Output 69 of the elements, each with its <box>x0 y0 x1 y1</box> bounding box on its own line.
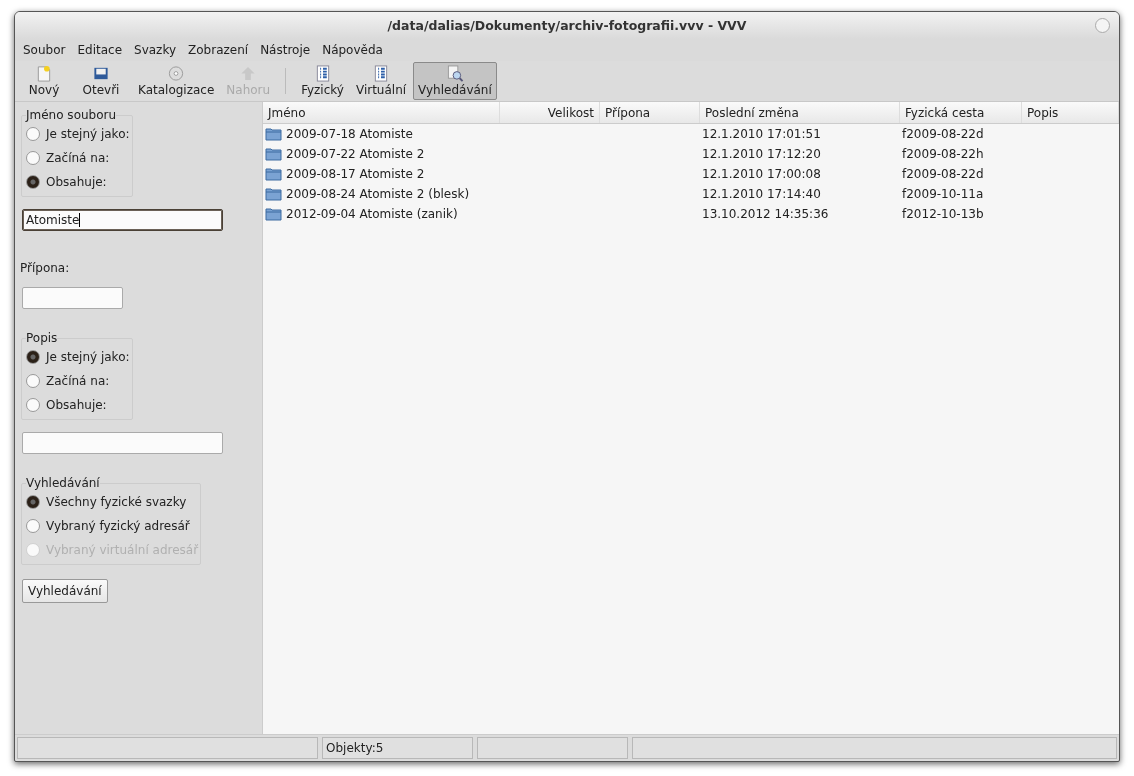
menu-item[interactable]: Soubor <box>17 43 72 57</box>
table-cell-text: 12.1.2010 17:12:20 <box>701 147 822 161</box>
column-header[interactable]: Velikost <box>500 102 600 123</box>
close-icon[interactable] <box>1095 18 1110 33</box>
toolbar-button[interactable]: Otevři <box>71 62 131 100</box>
status-panel: Objekty:5 <box>322 737 473 759</box>
table-cell-text: f2009-08-22h <box>901 147 985 161</box>
name-cell: 2012-09-04 Atomiste (zanik) <box>263 207 500 221</box>
table-cell-text: 13.10.2012 14:35:36 <box>701 207 830 221</box>
search-document-icon <box>445 65 464 82</box>
toolbar-button[interactable]: Katalogizace <box>133 62 220 100</box>
radio-option[interactable]: Vybraný fyzický adresář <box>26 514 199 538</box>
text-field[interactable]: Atomiste <box>22 209 223 231</box>
text-field[interactable] <box>22 432 223 454</box>
column-header[interactable]: Popis <box>1022 102 1119 123</box>
menu-item[interactable]: Svazky <box>128 43 183 57</box>
radio-button[interactable] <box>26 127 40 141</box>
toolbar-button[interactable]: Vyhledávání <box>413 62 497 100</box>
name-cell: 2009-07-22 Atomiste 2 <box>263 147 500 161</box>
menu-item[interactable]: Editace <box>71 43 129 57</box>
group-title: Jméno souboru <box>26 108 117 122</box>
folder-icon <box>265 167 282 181</box>
menu-item[interactable]: Zobrazení <box>182 43 255 57</box>
list-icon <box>372 65 390 82</box>
radio-button[interactable] <box>26 350 40 364</box>
table-cell-text: f2012-10-13b <box>901 207 985 221</box>
radio-option[interactable]: Začíná na: <box>26 369 130 393</box>
column-header[interactable]: Poslední změna <box>700 102 900 123</box>
name-cell: 2009-08-17 Atomiste 2 <box>263 167 500 181</box>
toolbar-button[interactable]: Fyzický <box>296 62 349 100</box>
name-cell: 2009-08-24 Atomiste 2 (blesk) <box>263 187 500 201</box>
new-document-icon <box>35 65 53 82</box>
radio-button[interactable] <box>26 175 40 189</box>
group-title: Vyhledávání <box>26 476 100 490</box>
text-field[interactable] <box>22 287 123 309</box>
column-header[interactable]: Fyzická cesta <box>900 102 1022 123</box>
radio-option[interactable]: Začíná na: <box>26 146 130 170</box>
table-cell-text: f2009-08-22d <box>901 127 985 141</box>
radio-option[interactable]: Obsahuje: <box>26 170 130 194</box>
toolbar-button[interactable]: Nový <box>19 62 69 100</box>
disc-icon <box>167 65 186 82</box>
folder-icon <box>265 187 282 201</box>
menu-item[interactable]: Nápověda <box>316 43 389 57</box>
table-cell-text: 12.1.2010 17:00:08 <box>701 167 822 181</box>
folder-icon <box>265 127 282 141</box>
column-header[interactable]: Jméno <box>263 102 500 123</box>
folder-icon <box>265 207 282 221</box>
radio-option[interactable]: Obsahuje: <box>26 393 130 417</box>
radio-option[interactable]: Je stejný jako: <box>26 345 130 369</box>
toolbar-button[interactable]: Virtuální <box>350 62 412 100</box>
table-cell-text: f2009-10-11a <box>901 187 985 201</box>
radio-button[interactable] <box>26 495 40 509</box>
radio-option[interactable]: Všechny fyzické svazky <box>26 490 199 514</box>
folder-icon <box>265 147 282 161</box>
radio-button[interactable] <box>26 519 40 533</box>
field-label: Přípona: <box>20 261 70 275</box>
search-button[interactable]: Vyhledávání <box>22 579 108 603</box>
radio-option[interactable]: Je stejný jako: <box>26 122 130 146</box>
group-title: Popis <box>26 331 58 345</box>
name-cell: 2009-07-18 Atomiste <box>263 127 500 141</box>
column-header[interactable]: Přípona <box>600 102 700 123</box>
radio-button[interactable] <box>26 374 40 388</box>
radio-button[interactable] <box>26 398 40 412</box>
table-cell-text: 12.1.2010 17:14:40 <box>701 187 822 201</box>
table-cell-text: f2009-08-22d <box>901 167 985 181</box>
radio-button[interactable] <box>26 151 40 165</box>
window-title: /data/dalias/Dokumenty/archiv-fotografii.vvv - VVV <box>387 18 747 33</box>
menu-item[interactable]: Nástroje <box>254 43 317 57</box>
table-cell-text: 12.1.2010 17:01:51 <box>701 127 822 141</box>
